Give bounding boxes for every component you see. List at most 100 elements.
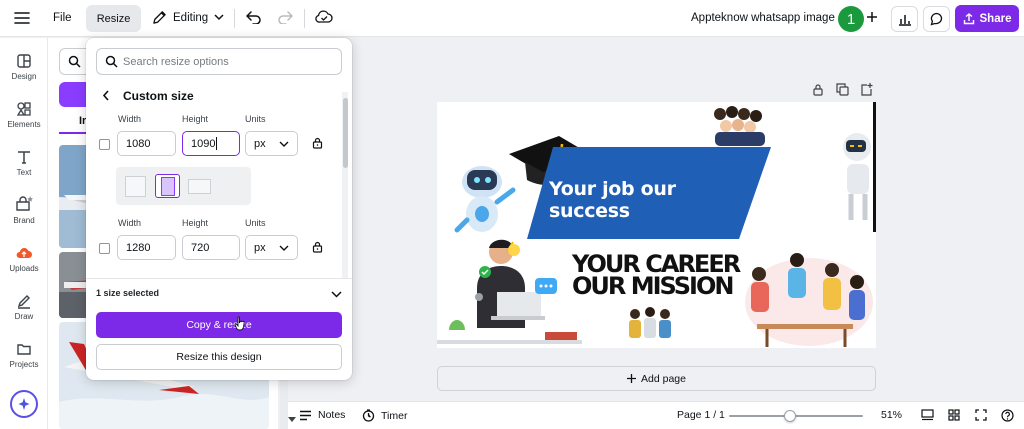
units-value: px: [254, 137, 266, 150]
editing-label: Editing: [173, 11, 209, 24]
bottom-bar: Notes Timer Page 1 / 1 51%: [288, 401, 1024, 429]
notes-button[interactable]: Notes: [299, 409, 345, 421]
pages-view-icon[interactable]: [921, 409, 934, 421]
add-page-button[interactable]: Add page: [437, 366, 876, 391]
undo-icon[interactable]: [246, 10, 262, 24]
resize-search-input[interactable]: Search resize options: [96, 48, 342, 75]
sparkle-icon: [18, 398, 30, 410]
resize-this-design-button[interactable]: Resize this design: [96, 344, 342, 370]
editing-mode-button[interactable]: Editing: [152, 10, 224, 25]
duplicate-page-icon[interactable]: [836, 83, 849, 99]
redo-icon[interactable]: [277, 10, 293, 24]
pencil-icon: [153, 11, 166, 24]
projects-icon: [17, 344, 31, 355]
text-icon: [18, 151, 30, 164]
units-label: Units: [245, 218, 266, 228]
share-label: Share: [979, 12, 1012, 25]
add-collaborator-icon[interactable]: [866, 11, 878, 23]
panel-search-icon[interactable]: [59, 48, 89, 75]
panel-action-button[interactable]: [59, 82, 89, 107]
grid-view-icon[interactable]: [948, 409, 960, 421]
custom-size-checkbox[interactable]: [99, 139, 110, 150]
selected-count: 1 size selected: [96, 288, 160, 298]
scrollbar-thumb[interactable]: [343, 98, 348, 168]
lock-ratio-icon[interactable]: [312, 137, 323, 152]
rail-item-elements[interactable]: Elements: [0, 101, 48, 129]
elements-icon: [16, 102, 31, 116]
orientation-landscape[interactable]: [187, 174, 212, 198]
design-tagline-2[interactable]: OUR MISSION: [572, 272, 734, 300]
zoom-level[interactable]: 51%: [881, 409, 902, 421]
share-button[interactable]: Share: [955, 5, 1019, 32]
hand-cursor-icon: [234, 316, 246, 334]
chevron-down-icon[interactable]: [288, 417, 296, 422]
orientation-picker: [116, 167, 251, 205]
timer-label: Timer: [381, 409, 408, 422]
height-label: Height: [182, 114, 209, 124]
resize-popover: Search resize options Custom size Width …: [86, 38, 352, 380]
help-icon[interactable]: [1001, 409, 1014, 422]
design-page[interactable]: Your job our success YOUR CAREER OUR MIS…: [437, 102, 876, 348]
toolbar-divider: [234, 9, 235, 28]
units-label: Units: [245, 114, 266, 124]
add-page-icon[interactable]: [860, 83, 873, 99]
file-menu[interactable]: File: [53, 12, 72, 24]
main-menu-icon[interactable]: [14, 11, 30, 25]
timer-button[interactable]: Timer: [362, 409, 407, 422]
units-select[interactable]: px: [245, 235, 298, 260]
height-label: Height: [182, 218, 209, 228]
custom-size-checkbox[interactable]: [99, 243, 110, 254]
toolbar-divider: [304, 9, 305, 28]
chevron-down-icon[interactable]: [331, 287, 342, 301]
orientation-square[interactable]: [123, 174, 148, 198]
avatar[interactable]: 1: [838, 6, 864, 32]
fullscreen-icon[interactable]: [975, 409, 987, 421]
rail-item-text[interactable]: Text: [0, 149, 48, 177]
rail-item-uploads[interactable]: Uploads: [0, 245, 48, 273]
magic-assistant-button[interactable]: [10, 390, 38, 418]
height-value: 1090: [191, 137, 216, 150]
width-label: Width: [118, 114, 142, 124]
search-icon: [105, 55, 118, 71]
uploads-icon: [16, 248, 32, 258]
add-page-label: Add page: [641, 372, 686, 385]
rail-label: Uploads: [9, 264, 39, 273]
comment-icon: [930, 12, 942, 26]
width-label: Width: [118, 218, 142, 228]
zoom-slider-handle[interactable]: [784, 410, 797, 422]
plus-icon: [627, 374, 637, 383]
width-input[interactable]: 1080: [117, 131, 176, 156]
lock-ratio-icon[interactable]: [312, 241, 323, 256]
units-select[interactable]: px: [245, 131, 298, 156]
rail-item-projects[interactable]: Projects: [0, 341, 48, 369]
orientation-portrait[interactable]: [155, 174, 180, 198]
rail-item-design[interactable]: Design: [0, 53, 48, 81]
rail-item-draw[interactable]: Draw: [0, 293, 48, 321]
left-rail: Design Elements Text Brand Uploads Draw …: [0, 38, 48, 429]
search-placeholder: Search resize options: [123, 55, 229, 68]
copy-and-resize-button[interactable]: Copy & resize: [96, 312, 342, 338]
popover-scrollbar[interactable]: [342, 92, 348, 278]
chevron-down-icon: [214, 14, 224, 21]
height-input[interactable]: 720: [182, 235, 240, 260]
rail-label: Text: [16, 168, 32, 177]
lock-page-icon[interactable]: [812, 83, 824, 99]
comments-button[interactable]: [923, 6, 950, 32]
rail-label: Design: [11, 72, 37, 81]
design-icon: [17, 54, 31, 68]
height-input[interactable]: 1090: [182, 131, 240, 156]
rail-item-brand[interactable]: Brand: [0, 195, 48, 225]
custom-size-title: Custom size: [123, 89, 194, 103]
back-chevron-icon[interactable]: [102, 90, 110, 104]
page-indicator[interactable]: Page 1 / 1: [677, 409, 725, 421]
document-title[interactable]: Appteknow whatsapp image: [691, 12, 835, 24]
brand-icon: [16, 196, 33, 211]
width-input[interactable]: 1280: [117, 235, 176, 260]
resize-button[interactable]: Resize: [86, 5, 141, 32]
cloud-save-icon[interactable]: [315, 10, 333, 24]
chevron-down-icon: [279, 245, 289, 251]
insights-button[interactable]: [891, 6, 918, 32]
design-headline[interactable]: Your job our success: [549, 178, 749, 222]
bar-chart-icon: [898, 14, 911, 26]
notes-label: Notes: [318, 409, 346, 421]
